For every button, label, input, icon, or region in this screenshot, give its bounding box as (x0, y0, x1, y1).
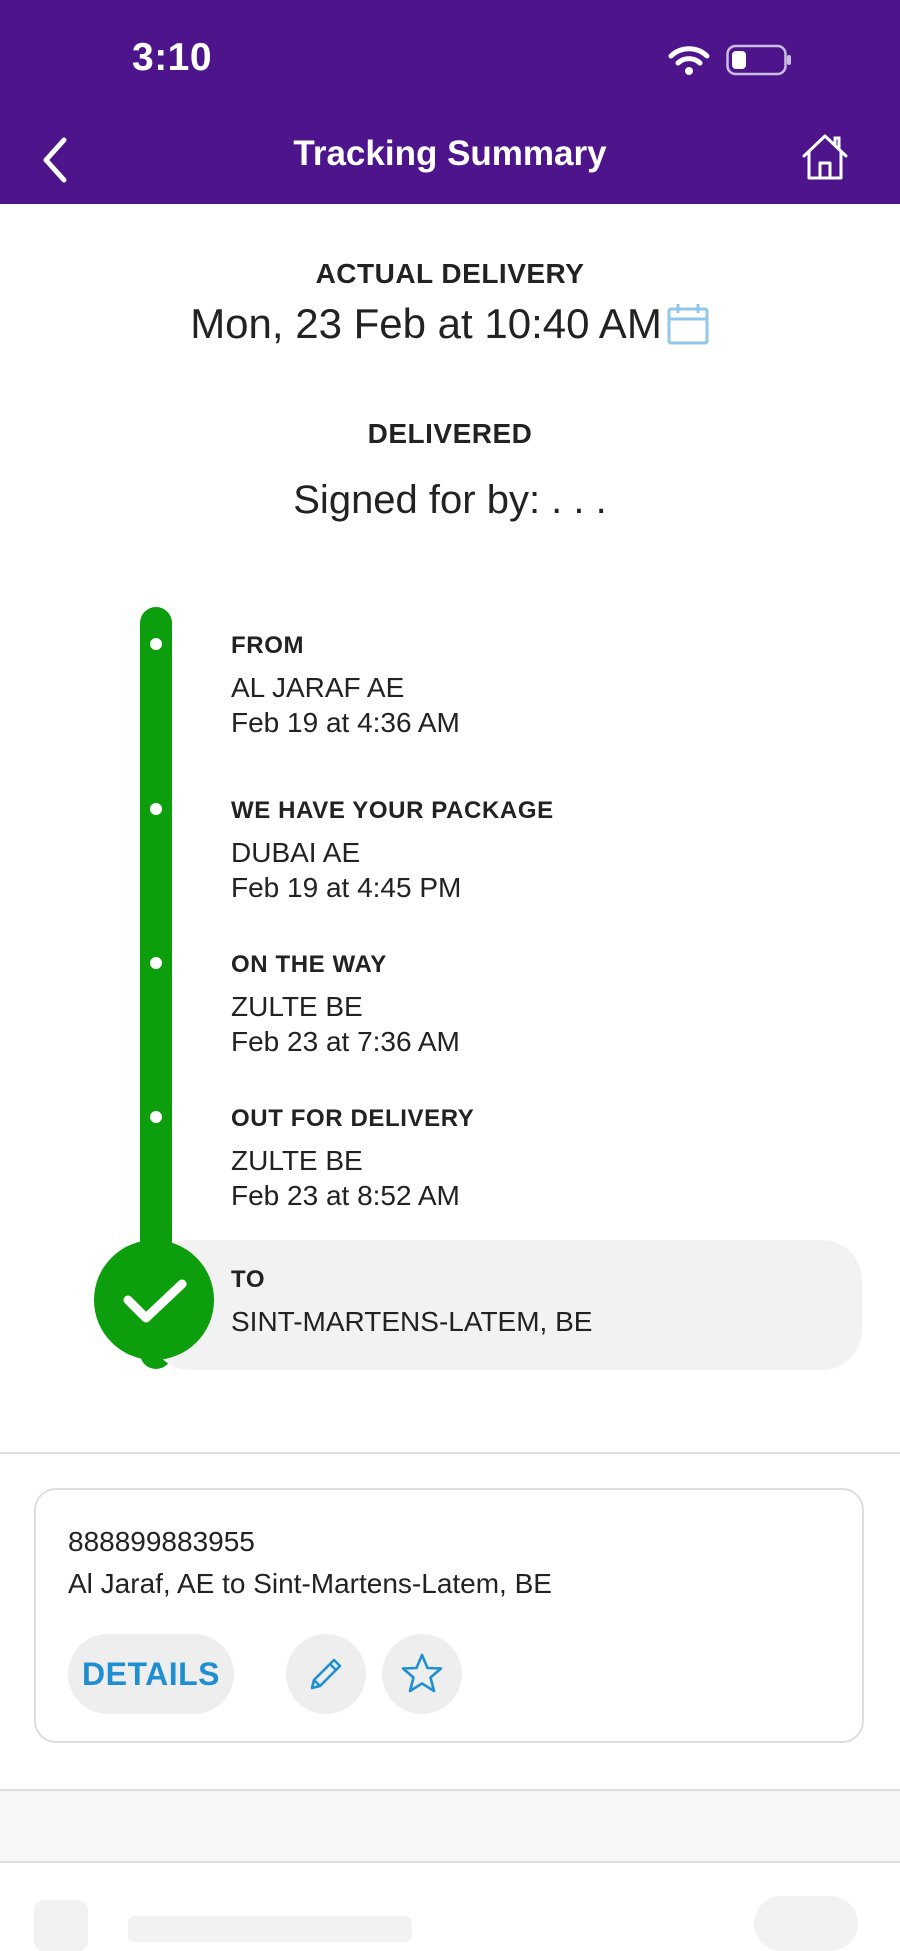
event-title: OUT FOR DELIVERY (231, 1105, 475, 1132)
tracking-number: 888899883955 (68, 1526, 255, 1557)
event-location: ZULTE BE (231, 1145, 363, 1176)
timeline-event-from: FROM AL JARAF AE Feb 19 at 4:36 AM (231, 632, 460, 740)
actual-delivery-label: ACTUAL DELIVERY (315, 258, 585, 289)
event-location: ZULTE BE (231, 991, 363, 1022)
section-spacer (0, 1791, 900, 1861)
pencil-icon (310, 1658, 342, 1690)
event-title: TO (231, 1266, 266, 1293)
timeline-event-out-for-delivery: OUT FOR DELIVERY ZULTE BE Feb 23 at 8:52… (231, 1105, 474, 1213)
home-icon[interactable] (800, 132, 850, 182)
event-time: Feb 19 at 4:36 AM (231, 707, 460, 738)
checkmark-icon (123, 1279, 187, 1323)
event-title: FROM (231, 632, 305, 659)
timeline-dot (150, 803, 162, 815)
event-location: AL JARAF AE (231, 672, 405, 703)
skeleton-thumbnail (34, 1900, 88, 1951)
shipment-card: 888899883955 Al Jaraf, AE to Sint-Marten… (34, 1488, 864, 1743)
actual-delivery-date: Mon, 23 Feb at 10:40 AM (190, 300, 662, 347)
event-time: Feb 19 at 4:45 PM (231, 872, 462, 903)
battery-icon (726, 44, 791, 76)
timeline-event-picked-up: WE HAVE YOUR PACKAGE DUBAI AE Feb 19 at … (231, 797, 554, 905)
signed-for-text: Signed for by: . . . (293, 478, 607, 522)
event-time: Feb 23 at 8:52 AM (231, 1180, 460, 1211)
favorite-button[interactable] (382, 1634, 462, 1714)
page-title: Tracking Summary (293, 134, 607, 173)
timeline-dot (150, 957, 162, 969)
skeleton-button (754, 1896, 858, 1951)
delivered-check (94, 1240, 214, 1360)
status-time: 3:10 (132, 36, 213, 79)
timeline-dot (150, 1111, 162, 1123)
skeleton-text-line (128, 1916, 412, 1942)
event-location: DUBAI AE (231, 837, 361, 868)
timeline-event-on-the-way: ON THE WAY ZULTE BE Feb 23 at 7:36 AM (231, 951, 460, 1059)
wifi-icon (668, 46, 710, 75)
delivery-status-label: DELIVERED (367, 418, 533, 449)
timeline-event-to: TO SINT-MARTENS-LATEM, BE (231, 1266, 592, 1339)
event-location: SINT-MARTENS-LATEM, BE (231, 1306, 593, 1337)
event-title: WE HAVE YOUR PACKAGE (231, 797, 554, 824)
timeline-dot (150, 638, 162, 650)
section-divider (0, 1452, 900, 1454)
shipment-route: Al Jaraf, AE to Sint-Martens-Latem, BE (68, 1568, 552, 1599)
section-divider (0, 1861, 900, 1863)
details-button[interactable]: DETAILS (68, 1634, 234, 1714)
edit-button[interactable] (286, 1634, 366, 1714)
event-time: Feb 23 at 7:36 AM (231, 1026, 460, 1057)
star-icon (401, 1653, 443, 1693)
app-header: 3:10 Tracking Summary (0, 0, 900, 204)
calendar-icon[interactable] (666, 302, 710, 346)
event-title: ON THE WAY (231, 951, 387, 978)
